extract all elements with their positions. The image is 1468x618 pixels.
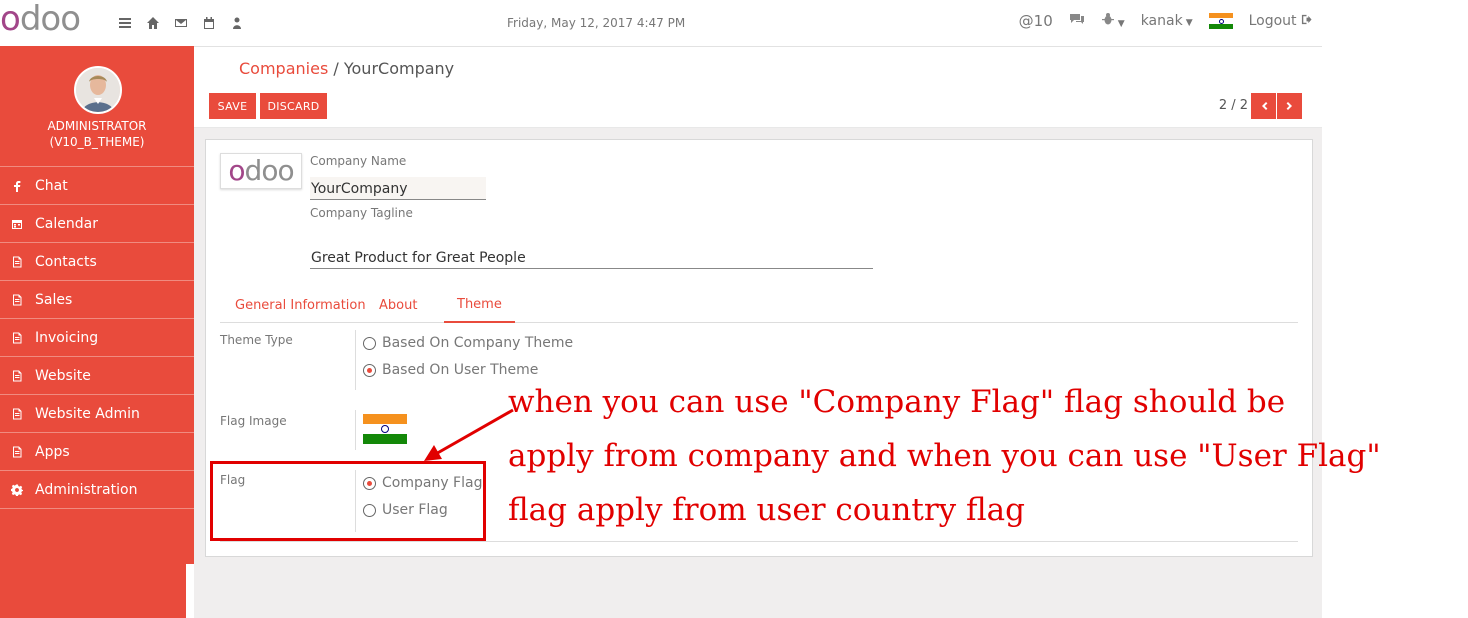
sidebar-item-label: Website <box>35 367 91 384</box>
breadcrumb-separator: / <box>333 59 339 78</box>
annotation-line: apply from company and when you can use … <box>508 438 1381 474</box>
annotation-line: flag apply from user country flag <box>508 492 1026 528</box>
radio-label: Based On Company Theme <box>382 335 574 351</box>
notebook-tabs: General Information About Theme <box>220 290 1298 323</box>
sidebar-item-apps[interactable]: Apps <box>0 432 194 470</box>
sidebar-item-label: Chat <box>35 177 68 194</box>
document-icon <box>10 369 24 383</box>
user-database: (V10_B_THEME) <box>49 135 145 149</box>
sidebar-menu: Chat Calendar Contacts Sales Invoicing W… <box>0 166 194 509</box>
tab-general-information[interactable]: General Information <box>235 298 366 313</box>
sidebar-item-label: Contacts <box>35 253 97 270</box>
sidebar: ADMINISTRATOR (V10_B_THEME) Chat Calenda… <box>0 46 194 618</box>
radio-button[interactable] <box>363 336 376 350</box>
chevron-down-icon: ▼ <box>1185 18 1193 28</box>
company-name-input[interactable]: YourCompany <box>310 177 486 200</box>
envelope-icon[interactable] <box>172 14 190 32</box>
bug-icon <box>1101 13 1114 25</box>
sidebar-item-label: Invoicing <box>35 329 99 346</box>
tab-theme[interactable]: Theme <box>444 297 515 323</box>
flag-image-label: Flag Image <box>220 414 287 428</box>
company-tagline-label: Company Tagline <box>310 206 413 220</box>
mentions-counter[interactable]: @10 <box>1019 12 1053 30</box>
india-flag-image[interactable] <box>363 414 407 444</box>
annotation-highlight-box <box>210 461 486 541</box>
calendar-icon <box>10 217 24 231</box>
annotation-arrow-icon <box>424 408 514 461</box>
logo-letters: doo <box>19 0 81 39</box>
radio-button-selected[interactable] <box>363 363 376 377</box>
theme-type-label: Theme Type <box>220 333 293 347</box>
chevron-left-icon <box>1261 102 1267 110</box>
company-tagline-input[interactable]: Great Product for Great People <box>310 246 873 269</box>
pager-value: 2 / 2 <box>1218 98 1248 113</box>
annotation-text: when you can use "Company Flag" flag sho… <box>508 375 1381 537</box>
breadcrumb: Companies / YourCompany <box>239 59 454 78</box>
user-name: kanak <box>1140 13 1183 29</box>
document-icon <box>10 407 24 421</box>
breadcrumb-companies[interactable]: Companies <box>239 59 328 78</box>
logout-icon <box>1301 14 1312 25</box>
sidebar-item-label: Calendar <box>35 215 98 232</box>
calendar-icon[interactable] <box>200 14 218 32</box>
sheet-bottom-divider <box>220 541 1298 542</box>
breadcrumb-current: YourCompany <box>343 59 455 78</box>
user-nav: @10 ▼ kanak ▼ Logout <box>1019 12 1312 30</box>
sidebar-item-label: Apps <box>35 443 70 460</box>
document-icon <box>10 255 24 269</box>
document-icon <box>10 293 24 307</box>
logo-letter-o: o <box>0 0 21 39</box>
menu-icon[interactable] <box>116 14 134 32</box>
chevron-right-icon <box>1286 102 1292 110</box>
chakra-icon <box>381 425 389 433</box>
sidebar-item-label: Administration <box>35 481 138 498</box>
company-name-label: Company Name <box>310 154 407 168</box>
home-icon[interactable] <box>144 14 162 32</box>
sidebar-item-sales[interactable]: Sales <box>0 280 194 318</box>
annotation-line: when you can use "Company Flag" flag sho… <box>508 384 1286 420</box>
user-icon[interactable] <box>228 14 246 32</box>
sidebar-item-label: Sales <box>35 291 73 308</box>
divider <box>355 410 356 450</box>
tab-about[interactable]: About <box>379 298 417 313</box>
discard-button[interactable]: DISCARD <box>260 93 327 119</box>
control-panel: Companies / YourCompany SAVE DISCARD 2 /… <box>194 47 1322 128</box>
sidebar-item-label: Website Admin <box>35 405 140 422</box>
logo-letters: doo <box>244 154 295 187</box>
sidebar-gap <box>186 564 194 618</box>
document-icon <box>10 331 24 345</box>
odoo-logo[interactable]: odoo <box>0 0 81 39</box>
sidebar-item-chat[interactable]: Chat <box>0 166 194 204</box>
top-shortcuts <box>116 14 246 32</box>
avatar[interactable] <box>74 66 122 114</box>
logout-link[interactable]: Logout <box>1249 13 1312 29</box>
logo-letter-o: o <box>228 154 245 187</box>
sidebar-item-website[interactable]: Website <box>0 356 194 394</box>
save-button[interactable]: SAVE <box>209 93 256 119</box>
chat-icon[interactable] <box>1069 12 1085 30</box>
sidebar-item-contacts[interactable]: Contacts <box>0 242 194 280</box>
facebook-icon <box>10 179 24 193</box>
sidebar-item-invoicing[interactable]: Invoicing <box>0 318 194 356</box>
sidebar-item-administration[interactable]: Administration <box>0 470 194 509</box>
company-logo[interactable]: odoo <box>220 153 302 189</box>
sidebar-item-calendar[interactable]: Calendar <box>0 204 194 242</box>
top-navbar: odoo Friday, May 12, 2017 4:47 PM @10 ▼ … <box>0 0 1322 47</box>
current-datetime: Friday, May 12, 2017 4:47 PM <box>507 16 686 30</box>
document-icon <box>10 445 24 459</box>
divider <box>355 330 356 390</box>
india-flag-icon <box>1208 13 1233 29</box>
gear-icon <box>10 483 24 497</box>
user-role: ADMINISTRATOR <box>47 119 147 133</box>
pager-next-button[interactable] <box>1277 93 1302 119</box>
logout-label: Logout <box>1248 13 1297 29</box>
sidebar-item-website-admin[interactable]: Website Admin <box>0 394 194 432</box>
debug-menu[interactable]: ▼ <box>1101 12 1125 30</box>
user-menu[interactable]: kanak ▼ <box>1141 13 1193 29</box>
chevron-down-icon: ▼ <box>1117 19 1125 29</box>
sidebar-user-name: ADMINISTRATOR (V10_B_THEME) <box>0 118 194 150</box>
theme-option-company[interactable]: Based On Company Theme <box>363 335 573 351</box>
pager-previous-button[interactable] <box>1251 93 1276 119</box>
